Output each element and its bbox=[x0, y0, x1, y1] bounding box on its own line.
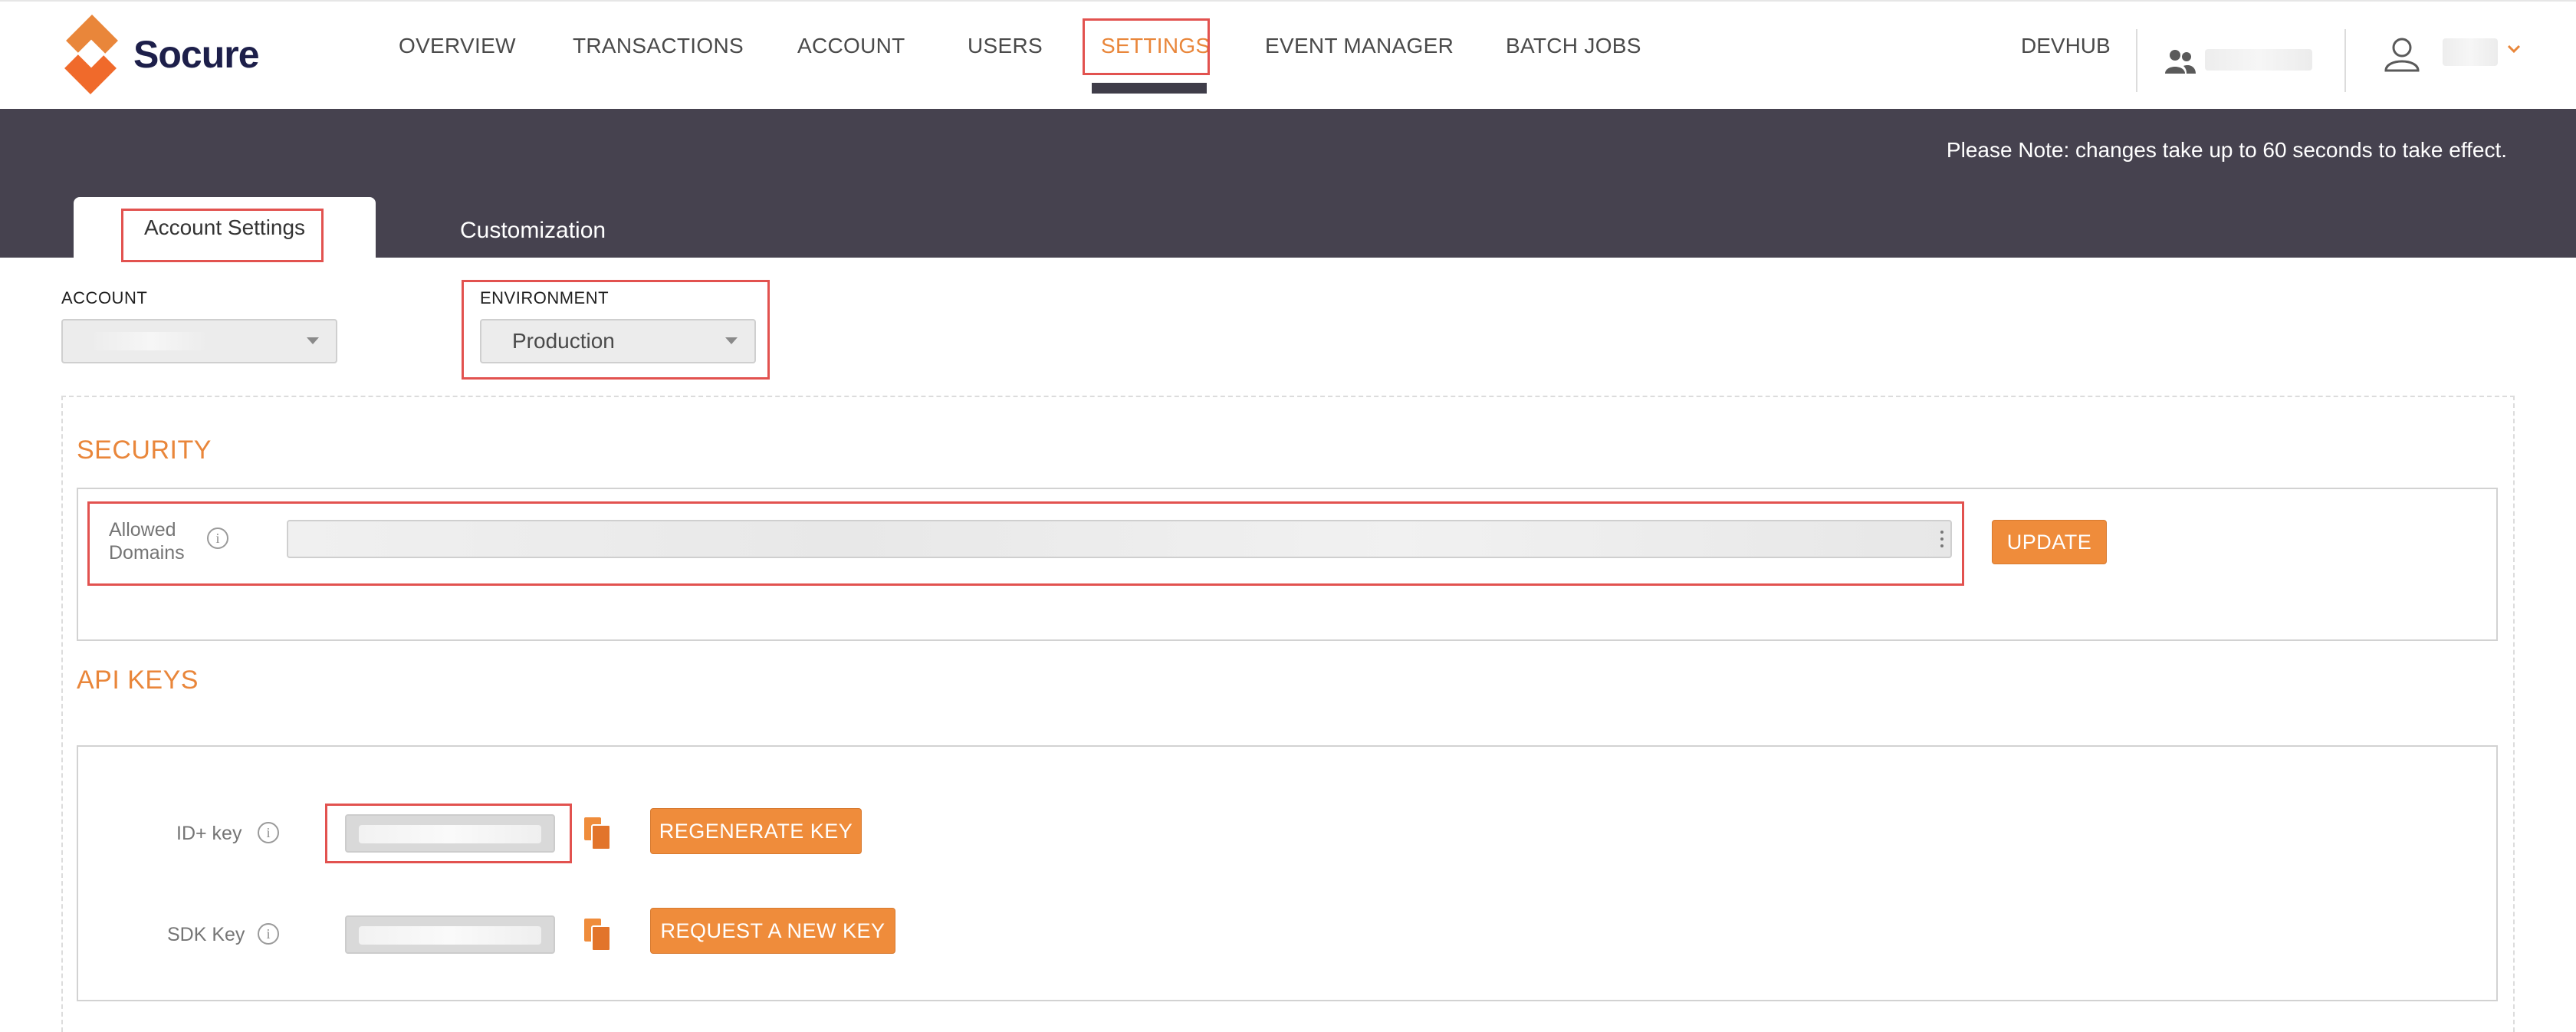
highlight-settings bbox=[1083, 18, 1210, 75]
users-icon[interactable] bbox=[2164, 48, 2197, 75]
info-icon[interactable]: i bbox=[207, 528, 228, 549]
sdk-key-label: SDK Key bbox=[167, 924, 245, 945]
divider bbox=[2136, 29, 2137, 92]
id-key-value-redacted bbox=[359, 825, 541, 843]
environment-label: ENVIRONMENT bbox=[480, 288, 610, 307]
divider bbox=[2344, 29, 2346, 92]
account-value-redacted bbox=[94, 332, 209, 350]
chevron-down-icon[interactable] bbox=[2507, 44, 2521, 54]
id-key-label: ID+ key bbox=[176, 823, 242, 844]
copy-icon[interactable] bbox=[583, 917, 613, 952]
nav-event-manager[interactable]: EVENT MANAGER bbox=[1265, 34, 1454, 58]
nav-transactions[interactable]: TRANSACTIONS bbox=[573, 34, 744, 58]
nav-overview[interactable]: OVERVIEW bbox=[399, 34, 516, 58]
sdk-key-field[interactable] bbox=[345, 915, 555, 954]
kebab-icon[interactable] bbox=[1940, 529, 1944, 549]
environment-value: Production bbox=[512, 329, 615, 353]
copy-icon[interactable] bbox=[583, 816, 613, 851]
environment-select[interactable]: Production bbox=[480, 319, 756, 363]
nav-batch-jobs[interactable]: BATCH JOBS bbox=[1506, 34, 1641, 58]
propagation-note: Please Note: changes take up to 60 secon… bbox=[1946, 138, 2507, 162]
user-icon[interactable] bbox=[2383, 35, 2421, 74]
brand-name: Socure bbox=[133, 33, 260, 76]
account-label: ACCOUNT bbox=[61, 288, 148, 307]
request-new-key-button[interactable]: REQUEST A NEW KEY bbox=[650, 908, 895, 954]
active-tab-indicator bbox=[1092, 83, 1207, 94]
update-button[interactable]: UPDATE bbox=[1992, 520, 2107, 564]
info-icon[interactable]: i bbox=[258, 822, 279, 843]
account-select[interactable] bbox=[61, 319, 337, 363]
regenerate-key-button[interactable]: REGENERATE KEY bbox=[650, 808, 862, 854]
id-key-field[interactable] bbox=[345, 814, 555, 853]
api-keys-title: API KEYS bbox=[77, 666, 199, 695]
highlight-account-settings bbox=[121, 209, 324, 262]
account-name-redacted bbox=[2205, 49, 2312, 71]
tab-customization[interactable]: Customization bbox=[460, 218, 606, 244]
nav-users[interactable]: USERS bbox=[968, 34, 1043, 58]
sdk-key-value-redacted bbox=[359, 926, 541, 945]
settings-banner: Please Note: changes take up to 60 secon… bbox=[0, 109, 2576, 262]
username-redacted bbox=[2443, 38, 2498, 66]
socure-logo[interactable]: Socure bbox=[64, 15, 260, 94]
security-title: SECURITY bbox=[77, 435, 212, 465]
socure-logo-icon bbox=[64, 15, 121, 94]
chevron-down-icon bbox=[307, 337, 319, 344]
top-navigation: Socure OVERVIEW TRANSACTIONS ACCOUNT USE… bbox=[0, 0, 2576, 109]
info-icon[interactable]: i bbox=[258, 923, 279, 945]
api-keys-panel bbox=[77, 745, 2498, 1001]
devhub-link[interactable]: DEVHUB bbox=[2021, 34, 2111, 58]
allowed-domains-input[interactable] bbox=[287, 520, 1952, 558]
nav-account[interactable]: ACCOUNT bbox=[797, 34, 905, 58]
chevron-down-icon bbox=[725, 337, 738, 344]
allowed-domains-label: Allowed Domains bbox=[109, 519, 185, 564]
